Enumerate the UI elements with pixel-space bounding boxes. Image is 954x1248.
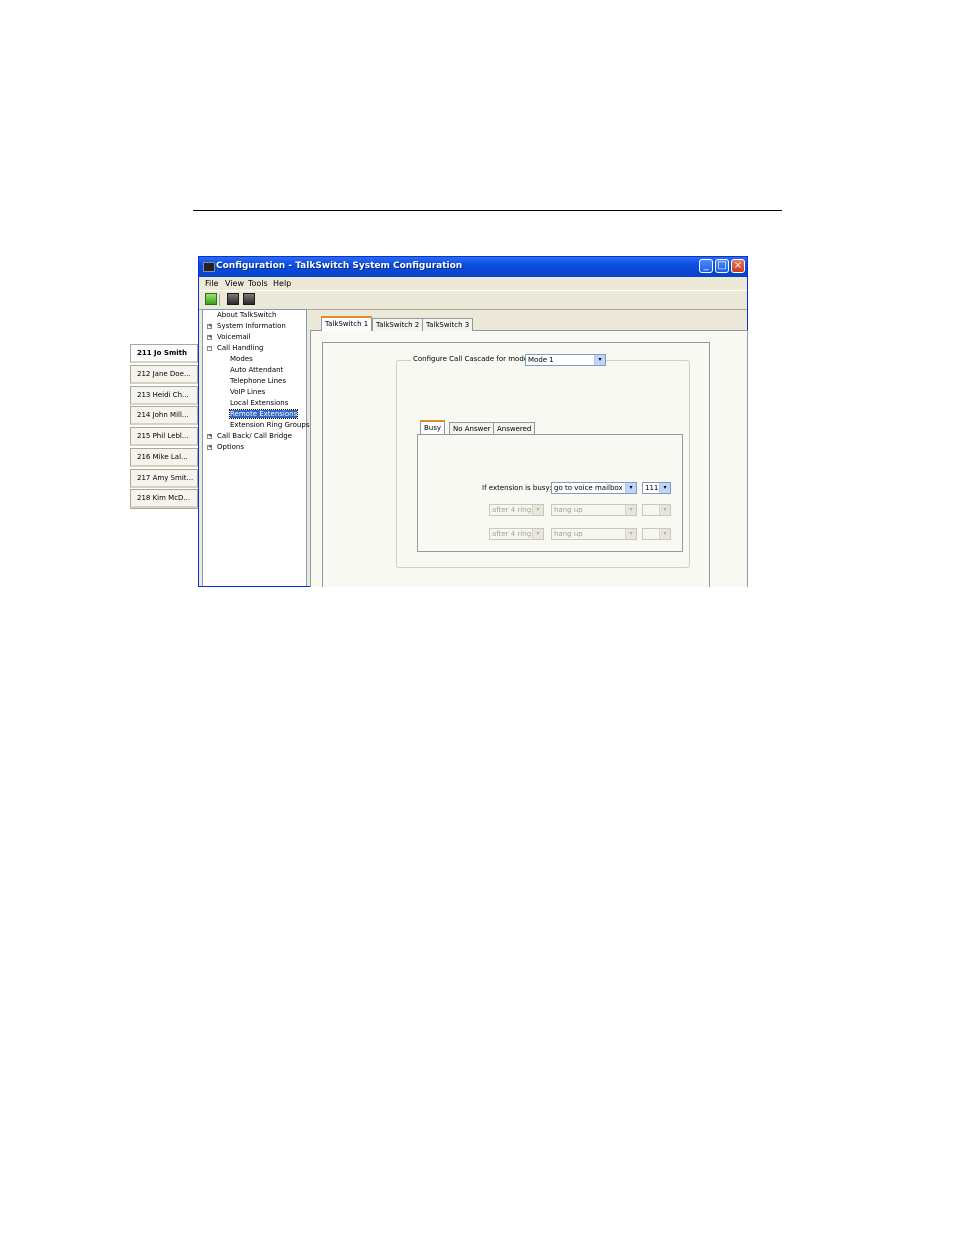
mode-select-value: Mode 1 <box>528 356 554 364</box>
chevron-down-icon[interactable]: ▾ <box>625 529 636 539</box>
cascade-label: Configure Call Cascade for mode: <box>411 355 533 363</box>
tab-talkswitch-2[interactable]: TalkSwitch 2 <box>372 318 424 331</box>
rings-select-2[interactable]: after 4 rings ▾ <box>489 504 544 516</box>
action-select-2[interactable]: hang up ▾ <box>551 504 637 516</box>
chevron-down-icon[interactable]: ▾ <box>659 505 670 515</box>
target-select-3[interactable]: ▾ <box>642 528 671 540</box>
rings-select-3[interactable]: after 4 rings ▾ <box>489 528 544 540</box>
chevron-down-icon[interactable]: ▾ <box>659 529 670 539</box>
action-select-3[interactable]: hang up ▾ <box>551 528 637 540</box>
extension-button-213[interactable]: 213 Heidi Ch... <box>130 386 198 405</box>
tab-talkswitch-1[interactable]: TalkSwitch 1 <box>321 316 373 331</box>
action-value-2: hang up <box>554 506 583 514</box>
chevron-down-icon[interactable]: ▾ <box>532 505 543 515</box>
rings-value-3: after 4 rings <box>492 530 535 538</box>
chevron-down-icon[interactable]: ▾ <box>625 483 636 493</box>
chevron-down-icon[interactable]: ▾ <box>625 505 636 515</box>
mode-select[interactable]: Mode 1 ▾ <box>525 354 606 366</box>
page-rule <box>193 210 782 211</box>
chevron-down-icon[interactable]: ▾ <box>659 483 670 493</box>
extension-button-218[interactable]: 218 Kim McD... <box>130 489 198 508</box>
tab-talkswitch-3[interactable]: TalkSwitch 3 <box>422 318 474 331</box>
rings-value-2: after 4 rings <box>492 506 535 514</box>
chevron-down-icon[interactable]: ▾ <box>532 529 543 539</box>
busy-target-value: 111 <box>645 484 659 492</box>
extension-button-217[interactable]: 217 Amy Smit... <box>130 469 198 488</box>
chevron-down-icon[interactable]: ▾ <box>594 355 605 365</box>
target-select-2[interactable]: ▾ <box>642 504 671 516</box>
busy-target-select[interactable]: 111 ▾ <box>642 482 671 494</box>
action-value-3: hang up <box>554 530 583 538</box>
extension-button-216[interactable]: 216 Mike Lal... <box>130 448 198 467</box>
extension-button-214[interactable]: 214 John Mill... <box>130 406 198 425</box>
busy-action-select[interactable]: go to voice mailbox ▾ <box>551 482 637 494</box>
extension-button-215[interactable]: 215 Phil Lebl... <box>130 427 198 446</box>
extension-list-bottom <box>130 508 198 509</box>
tab-busy[interactable]: Busy <box>420 420 446 435</box>
extension-button-211[interactable]: 211 Jo Smith <box>130 344 198 363</box>
extension-button-212[interactable]: 212 Jane Doe... <box>130 365 198 384</box>
busy-action-value: go to voice mailbox <box>554 484 623 492</box>
busy-label: If extension is busy: <box>482 484 552 492</box>
